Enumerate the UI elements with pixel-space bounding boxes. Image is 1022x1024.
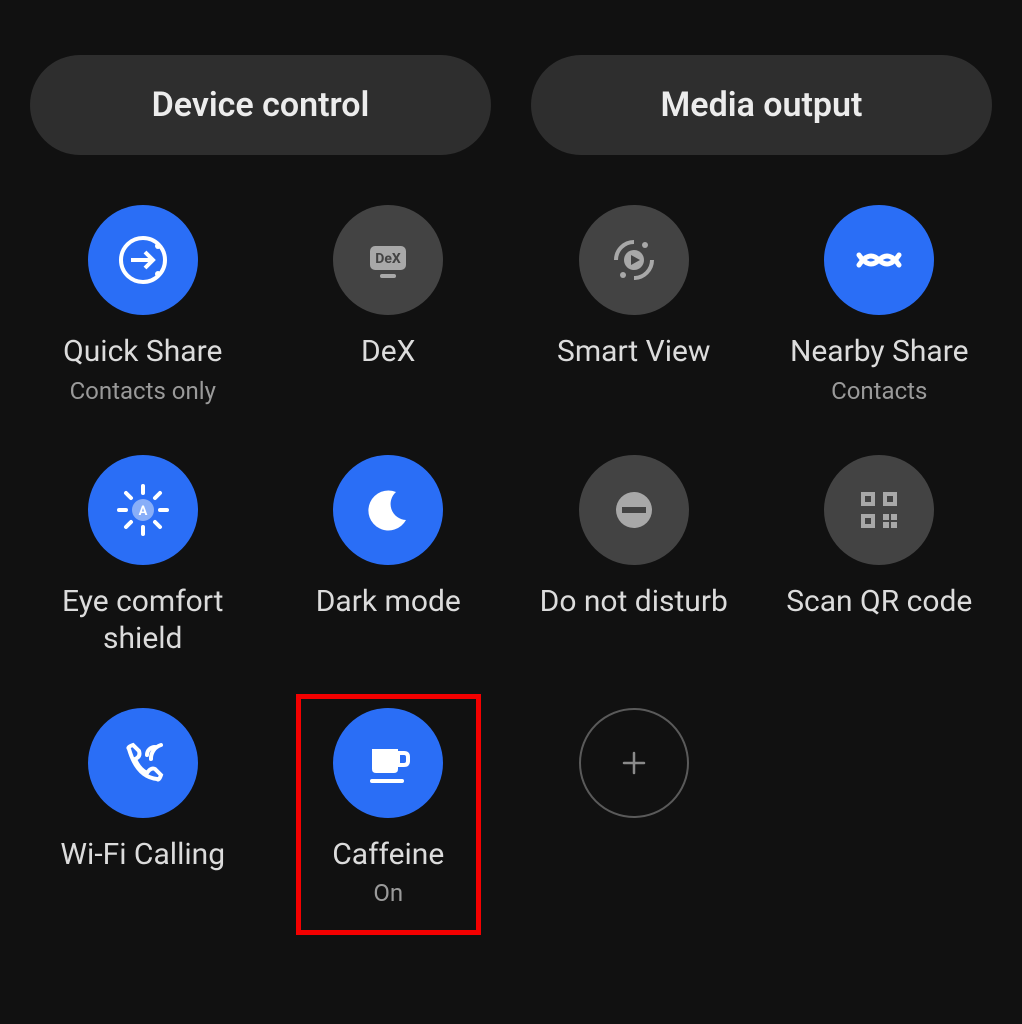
quick-share-sub: Contacts only xyxy=(70,377,216,405)
nearby-share-tile[interactable]: Nearby Share Contacts xyxy=(757,195,1003,415)
device-control-button[interactable]: Device control xyxy=(30,55,491,155)
wifi-calling-label: Wi-Fi Calling xyxy=(60,836,225,874)
dark-mode-icon xyxy=(333,455,443,565)
dex-icon: DeX xyxy=(333,205,443,315)
caffeine-tile[interactable]: Caffeine On xyxy=(266,698,512,918)
dex-tile[interactable]: DeX DeX xyxy=(266,195,512,415)
eye-comfort-label: Eye comfort shield xyxy=(33,583,253,658)
dnd-icon xyxy=(579,455,689,565)
svg-text:A: A xyxy=(138,504,147,519)
smart-view-label: Smart View xyxy=(557,333,710,371)
add-tile[interactable] xyxy=(511,698,757,918)
wifi-calling-icon xyxy=(88,708,198,818)
qr-icon xyxy=(824,455,934,565)
plus-icon xyxy=(579,708,689,818)
caffeine-label: Caffeine xyxy=(332,836,444,874)
dnd-tile[interactable]: Do not disturb xyxy=(511,445,757,668)
nearby-share-label: Nearby Share xyxy=(790,333,969,371)
nearby-share-sub: Contacts xyxy=(831,377,927,405)
svg-text:DeX: DeX xyxy=(375,251,401,267)
empty-tile xyxy=(757,698,1003,918)
caffeine-icon xyxy=(333,708,443,818)
eye-comfort-icon: A xyxy=(88,455,198,565)
wifi-calling-tile[interactable]: Wi-Fi Calling xyxy=(20,698,266,918)
caffeine-sub: On xyxy=(373,879,403,907)
scan-qr-tile[interactable]: Scan QR code xyxy=(757,445,1003,668)
dex-label: DeX xyxy=(361,333,415,371)
dark-mode-label: Dark mode xyxy=(316,583,461,621)
quick-share-icon xyxy=(88,205,198,315)
scan-qr-label: Scan QR code xyxy=(786,583,972,621)
nearby-share-icon xyxy=(824,205,934,315)
media-output-button[interactable]: Media output xyxy=(531,55,992,155)
quick-share-label: Quick Share xyxy=(63,333,222,371)
smart-view-tile[interactable]: Smart View xyxy=(511,195,757,415)
quick-share-tile[interactable]: Quick Share Contacts only xyxy=(20,195,266,415)
eye-comfort-tile[interactable]: A Eye comfort shield xyxy=(20,445,266,668)
dnd-label: Do not disturb xyxy=(540,583,728,621)
smart-view-icon xyxy=(579,205,689,315)
dark-mode-tile[interactable]: Dark mode xyxy=(266,445,512,668)
